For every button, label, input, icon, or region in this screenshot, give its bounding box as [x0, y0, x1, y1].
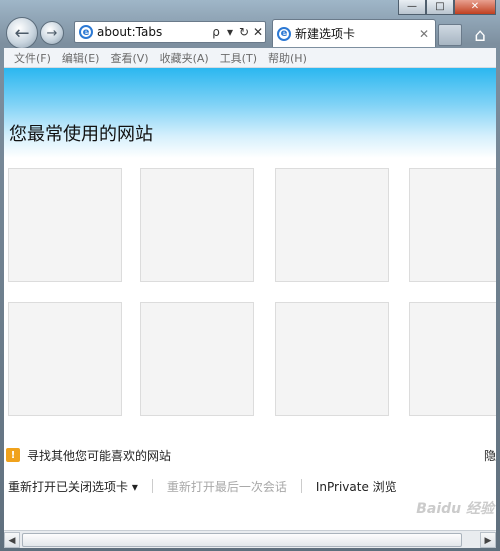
- address-bar[interactable]: e about:Tabs ρ ▾ ↻ ✕: [74, 21, 266, 43]
- close-window-button[interactable]: ✕: [454, 0, 496, 15]
- site-tile[interactable]: [140, 168, 254, 282]
- inprivate-browsing-link[interactable]: InPrivate 浏览: [316, 478, 397, 495]
- menu-bar: 文件(F) 编辑(E) 查看(V) 收藏夹(A) 工具(T) 帮助(H): [4, 48, 496, 68]
- forward-arrow-icon: →: [46, 25, 58, 41]
- address-url[interactable]: about:Tabs: [97, 25, 209, 39]
- back-button[interactable]: ←: [6, 17, 38, 49]
- tab-new-tab[interactable]: e 新建选项卡 ✕: [272, 19, 436, 47]
- menu-tools[interactable]: 工具(T): [220, 50, 257, 66]
- scroll-track[interactable]: [20, 532, 480, 548]
- menu-help[interactable]: 帮助(H): [268, 50, 307, 66]
- divider: [300, 479, 302, 493]
- search-icon[interactable]: ρ: [209, 25, 223, 39]
- find-more-sites-link[interactable]: 寻找其他您可能喜欢的网站: [27, 447, 496, 464]
- ie-tab-icon: e: [277, 26, 291, 41]
- menu-edit[interactable]: 编辑(E): [62, 50, 100, 66]
- tab-title: 新建选项卡: [295, 27, 356, 41]
- refresh-icon[interactable]: ↻: [237, 25, 251, 39]
- browser-window: — □ ✕ ← → e about:Tabs ρ ▾ ↻ ✕ e 新建选项卡 ✕…: [0, 0, 500, 551]
- navigation-bar: ← → e about:Tabs ρ ▾ ↻ ✕ e 新建选项卡 ✕ ⌂: [0, 14, 500, 49]
- minimize-button[interactable]: —: [398, 0, 426, 15]
- site-tile[interactable]: [275, 168, 389, 282]
- menu-favorites[interactable]: 收藏夹(A): [160, 50, 209, 66]
- scroll-thumb[interactable]: [22, 532, 462, 547]
- reopen-closed-tabs-button[interactable]: 重新打开已关闭选项卡 ▾: [8, 478, 138, 495]
- tab-close-icon[interactable]: ✕: [419, 27, 435, 41]
- menu-view[interactable]: 查看(V): [110, 50, 148, 66]
- site-tile[interactable]: [140, 302, 254, 416]
- hide-link[interactable]: 隐: [484, 447, 496, 464]
- forward-button[interactable]: →: [40, 21, 64, 45]
- site-tile[interactable]: [8, 302, 122, 416]
- watermark: Baidu 经验: [416, 501, 494, 517]
- home-icon[interactable]: ⌂: [466, 24, 494, 48]
- site-tile[interactable]: [8, 168, 122, 282]
- stop-icon[interactable]: ✕: [251, 25, 265, 39]
- dropdown-icon[interactable]: ▾: [223, 25, 237, 39]
- suggested-sites-icon: !: [6, 448, 20, 462]
- page-content: 您最常使用的网站 ! 寻找其他您可能喜欢的网站 隐 重新打开已关闭选项卡 ▾ 重…: [4, 68, 496, 530]
- site-tile[interactable]: [275, 302, 389, 416]
- back-arrow-icon: ←: [14, 22, 30, 44]
- ie-page-icon: e: [79, 25, 93, 39]
- divider: [151, 479, 153, 493]
- menu-file[interactable]: 文件(F): [14, 50, 51, 66]
- scroll-right-icon[interactable]: ▶: [480, 531, 496, 548]
- window-controls: — □ ✕: [398, 0, 496, 15]
- suggested-sites-row: ! 寻找其他您可能喜欢的网站 隐: [6, 446, 496, 464]
- tab-actions-bar: 重新打开已关闭选项卡 ▾ 重新打开最后一次会话 InPrivate 浏览: [4, 474, 496, 498]
- maximize-button[interactable]: □: [426, 0, 454, 15]
- site-tile[interactable]: [409, 168, 496, 282]
- reopen-last-session-link[interactable]: 重新打开最后一次会话: [167, 478, 287, 495]
- site-tile[interactable]: [409, 302, 496, 416]
- horizontal-scrollbar[interactable]: ◀ ▶: [4, 530, 496, 548]
- scroll-left-icon[interactable]: ◀: [4, 531, 20, 548]
- page-title: 您最常使用的网站: [9, 124, 153, 145]
- new-tab-button[interactable]: [438, 24, 462, 46]
